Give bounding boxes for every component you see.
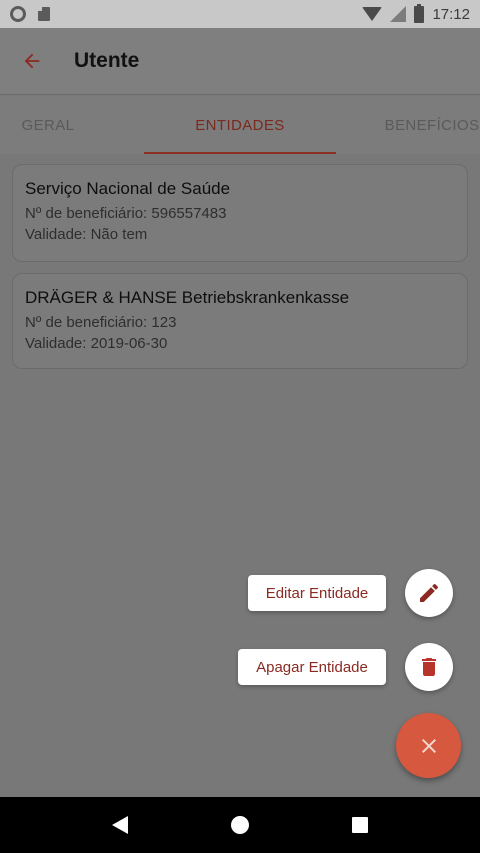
tab-geral[interactable]: GERAL	[0, 95, 96, 155]
entity-name: Serviço Nacional de Saúde	[25, 179, 231, 198]
entity-card[interactable]: Serviço Nacional de Saúde Nº de benefici…	[12, 164, 468, 262]
delete-entity-button[interactable]	[405, 643, 453, 691]
battery-icon	[414, 3, 425, 23]
entity-beneficiary-number: Nº de beneficiário: 123	[25, 314, 177, 331]
entity-card[interactable]: DRÄGER & HANSE Betriebskrankenkasse Nº d…	[12, 273, 468, 369]
page-title: Utente	[74, 49, 140, 72]
back-button[interactable]	[4, 28, 60, 94]
tab-bar: GERAL ENTIDADES BENEFÍCIOS	[0, 94, 480, 155]
sd-card-icon	[38, 7, 50, 21]
entities-list: Serviço Nacional de Saúde Nº de benefici…	[0, 154, 480, 797]
status-bar: 17:12	[0, 0, 480, 28]
tab-entidades[interactable]: ENTIDADES	[144, 95, 336, 155]
entity-beneficiary-number: Nº de beneficiário: 596557483	[25, 205, 227, 222]
status-time: 17:12	[432, 5, 470, 23]
close-fab-button[interactable]	[396, 713, 461, 778]
edit-entity-label[interactable]: Editar Entidade	[248, 575, 386, 611]
edit-entity-button[interactable]	[405, 569, 453, 617]
entity-name: DRÄGER & HANSE Betriebskrankenkasse	[25, 288, 350, 307]
nav-recents-icon[interactable]	[352, 817, 369, 833]
trash-icon	[422, 658, 436, 676]
system-nav-bar	[0, 797, 480, 853]
nav-home-icon[interactable]	[230, 816, 249, 834]
app-bar: Utente	[0, 28, 480, 94]
wifi-icon	[362, 7, 383, 21]
notification-circle-icon	[10, 6, 26, 22]
pencil-icon	[420, 583, 439, 602]
close-icon	[421, 738, 436, 753]
arrow-left-icon	[24, 53, 40, 69]
nav-back-icon[interactable]	[111, 816, 128, 834]
tab-beneficios[interactable]: BENEFÍCIOS	[384, 95, 480, 155]
signal-icon	[390, 6, 407, 22]
entity-validity: Validade: Não tem	[25, 226, 148, 243]
entity-validity: Validade: 2019-06-30	[25, 335, 168, 352]
delete-entity-label[interactable]: Apagar Entidade	[238, 649, 386, 685]
